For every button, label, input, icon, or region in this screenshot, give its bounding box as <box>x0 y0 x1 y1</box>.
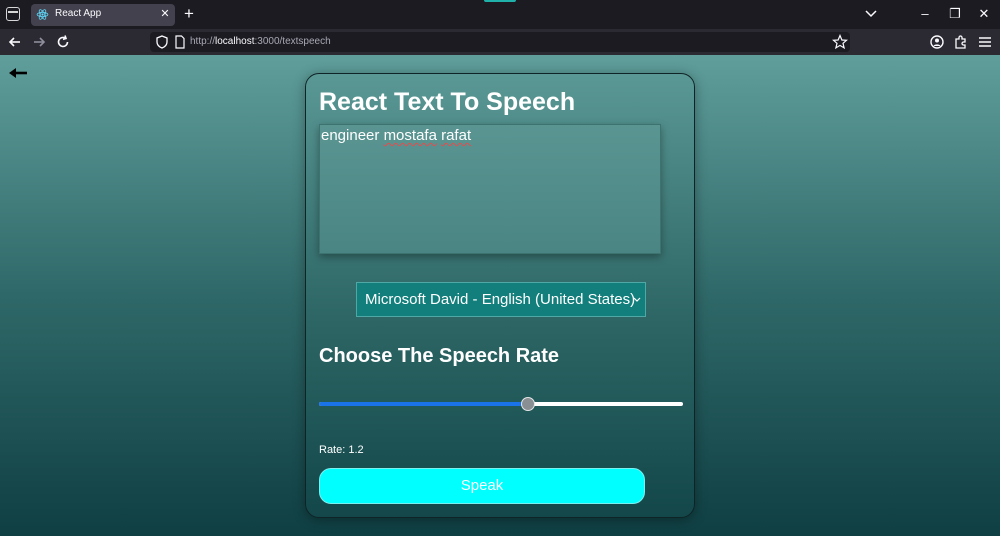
tab-close-icon[interactable]: ✕ <box>158 6 172 22</box>
url-host: localhost <box>215 36 255 47</box>
textarea-word: engineer <box>321 127 384 144</box>
browser-nav-bar: http://localhost:3000/textspeech <box>0 29 1000 55</box>
rate-slider[interactable] <box>319 394 683 414</box>
left-arrow-icon[interactable] <box>8 66 28 80</box>
chevron-down-icon[interactable] <box>864 8 878 20</box>
voice-select[interactable]: Microsoft David - English (United States… <box>356 282 646 317</box>
tab-title: React App <box>55 8 102 19</box>
reload-icon[interactable] <box>54 33 72 51</box>
slider-fill <box>319 402 529 406</box>
slider-thumb[interactable] <box>521 397 536 411</box>
rate-heading: Choose The Speech Rate <box>319 345 560 367</box>
textarea-word-misspelled: mostafa <box>383 127 437 144</box>
speech-text-input[interactable]: engineer mostafa rafat <box>319 124 661 254</box>
restore-button[interactable]: ❐ <box>948 6 962 22</box>
voice-select-value: Microsoft David - English (United States… <box>365 291 635 308</box>
page-title: React Text To Speech <box>319 88 576 116</box>
url-text[interactable]: http://localhost:3000/textspeech <box>190 36 331 47</box>
shield-icon[interactable] <box>155 35 169 49</box>
url-prefix: http:// <box>190 36 216 47</box>
react-logo-icon <box>36 9 49 20</box>
page-content: React Text To Speech engineer mostafa ra… <box>0 55 1000 536</box>
text-to-speech-card: React Text To Speech engineer mostafa ra… <box>305 73 695 518</box>
menu-icon[interactable] <box>976 33 994 51</box>
chevron-down-icon <box>633 297 641 302</box>
textarea-word-misspelled: rafat <box>441 127 472 144</box>
close-window-button[interactable]: ✕ <box>977 6 991 22</box>
browser-tab-bar: React App ✕ + – ❐ ✕ <box>0 0 1000 29</box>
speak-button[interactable]: Speak <box>319 468 645 504</box>
tab-list-icon[interactable] <box>6 7 20 21</box>
url-path: :3000/textspeech <box>254 36 331 47</box>
browser-tab[interactable]: React App ✕ <box>31 4 175 26</box>
extensions-icon[interactable] <box>952 33 970 51</box>
forward-icon[interactable] <box>30 33 48 51</box>
tab-bar-accent <box>484 0 516 2</box>
rate-value: 1.2 <box>348 444 364 456</box>
rate-label-prefix: Rate: <box>319 444 349 456</box>
new-tab-button[interactable]: + <box>181 5 197 23</box>
back-icon[interactable] <box>6 33 24 51</box>
star-icon[interactable] <box>832 34 848 50</box>
url-bar[interactable]: http://localhost:3000/textspeech <box>150 32 850 52</box>
rate-label: Rate: 1.2 <box>319 444 364 456</box>
page-icon[interactable] <box>174 35 186 49</box>
account-icon[interactable] <box>928 33 946 51</box>
minimize-button[interactable]: – <box>918 6 932 22</box>
